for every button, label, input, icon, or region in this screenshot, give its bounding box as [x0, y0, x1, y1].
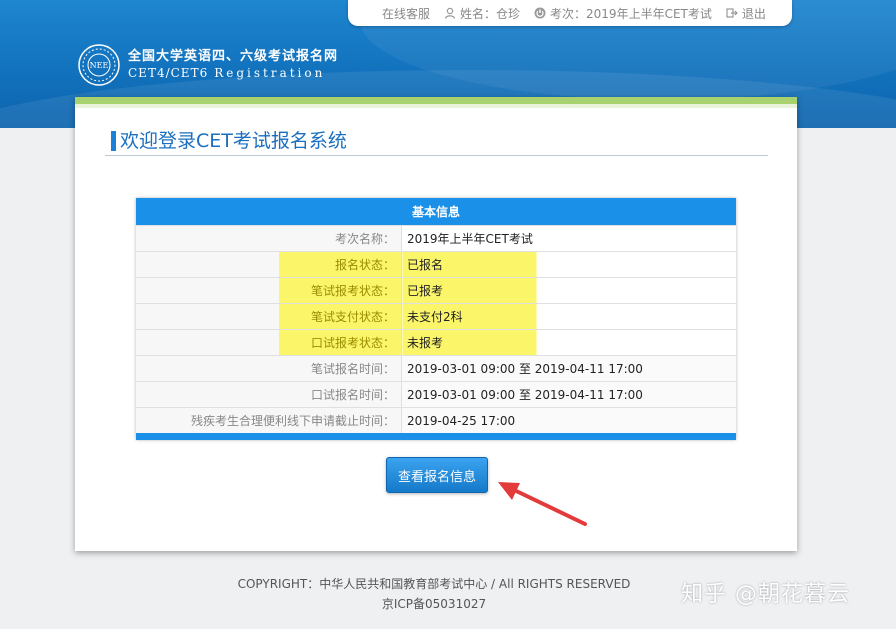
power-icon: [534, 7, 546, 19]
nee-seal-logo: NEE: [78, 44, 120, 86]
svg-text:NEE: NEE: [90, 61, 109, 70]
red-arrow-annotation: [498, 482, 587, 526]
online-service-label: 在线客服: [382, 6, 431, 21]
row-label: 笔试报考状态：: [136, 277, 402, 304]
exam-session-info: 考次：2019年上半年CET考试: [534, 5, 712, 22]
online-service-link[interactable]: 在线客服: [382, 5, 430, 22]
row-label: 笔试支付状态：: [136, 303, 402, 330]
page-title: 欢迎登录CET考试报名系统: [111, 131, 347, 151]
logout-label: 退出: [741, 6, 766, 21]
row-label: 口试报考状态：: [136, 329, 402, 356]
row-value: 2019-03-01 09:00 至 2019-04-11 17:00: [401, 381, 736, 408]
title-divider: [105, 155, 768, 156]
table-header: 基本信息: [136, 198, 736, 226]
logout-link[interactable]: 退出: [726, 5, 766, 22]
top-user-bar: 在线客服 姓名：仓珍 考次：2019年上半年CET考试 退出: [348, 0, 792, 26]
row-label: 考次名称：: [136, 225, 402, 252]
row-label: 报名状态：: [136, 251, 402, 278]
table-footer-bar: [136, 433, 736, 440]
exam-session-label: 考次：2019年上半年CET考试: [550, 6, 712, 21]
table-row: 考次名称： 2019年上半年CET考试: [136, 225, 736, 252]
table-row: 口试报名时间： 2019-03-01 09:00 至 2019-04-11 17…: [136, 381, 736, 408]
basic-info-table: 基本信息 考次名称： 2019年上半年CET考试 报名状态： 已报名 笔试报考状…: [136, 198, 736, 440]
logout-icon: [726, 8, 738, 18]
row-value: 已报名: [401, 251, 736, 278]
logo-title-en: CET4/CET6 Registration: [128, 66, 326, 80]
main-card: 欢迎登录CET考试报名系统 基本信息 考次名称： 2019年上半年CET考试 报…: [75, 97, 797, 551]
table-row: 笔试报名时间： 2019-03-01 09:00 至 2019-04-11 17…: [136, 355, 736, 382]
table-row: 残疾考生合理便利线下申请截止时间： 2019-04-25 17:00: [136, 407, 736, 433]
row-value: 未报考: [401, 329, 736, 356]
row-label: 口试报名时间：: [136, 381, 402, 408]
user-name-label: 姓名：仓珍: [460, 6, 521, 21]
site-logo[interactable]: NEE 全国大学英语四、六级考试报名网 CET4/CET6 Registratio…: [78, 44, 338, 86]
view-registration-button[interactable]: 查看报名信息: [386, 457, 488, 493]
table-row: 口试报考状态： 未报考: [136, 329, 736, 356]
card-top-stripe-light: [75, 104, 797, 108]
logo-title-cn: 全国大学英语四、六级考试报名网: [128, 49, 339, 64]
row-value: 2019-04-25 17:00: [401, 407, 736, 433]
row-value: 未支付2科: [401, 303, 736, 330]
user-name: 姓名：仓珍: [444, 5, 520, 22]
user-icon: [444, 7, 456, 19]
row-value: 2019年上半年CET考试: [401, 225, 736, 252]
row-value: 已报考: [401, 277, 736, 304]
zhihu-watermark: 知乎 @朝花暮云: [681, 582, 850, 607]
table-row: 报名状态： 已报名: [136, 251, 736, 278]
row-label: 残疾考生合理便利线下申请截止时间：: [136, 407, 402, 433]
card-top-stripe: [75, 97, 797, 104]
table-row: 笔试报考状态： 已报考: [136, 277, 736, 304]
row-value: 2019-03-01 09:00 至 2019-04-11 17:00: [401, 355, 736, 382]
row-label: 笔试报名时间：: [136, 355, 402, 382]
table-row: 笔试支付状态： 未支付2科: [136, 303, 736, 330]
